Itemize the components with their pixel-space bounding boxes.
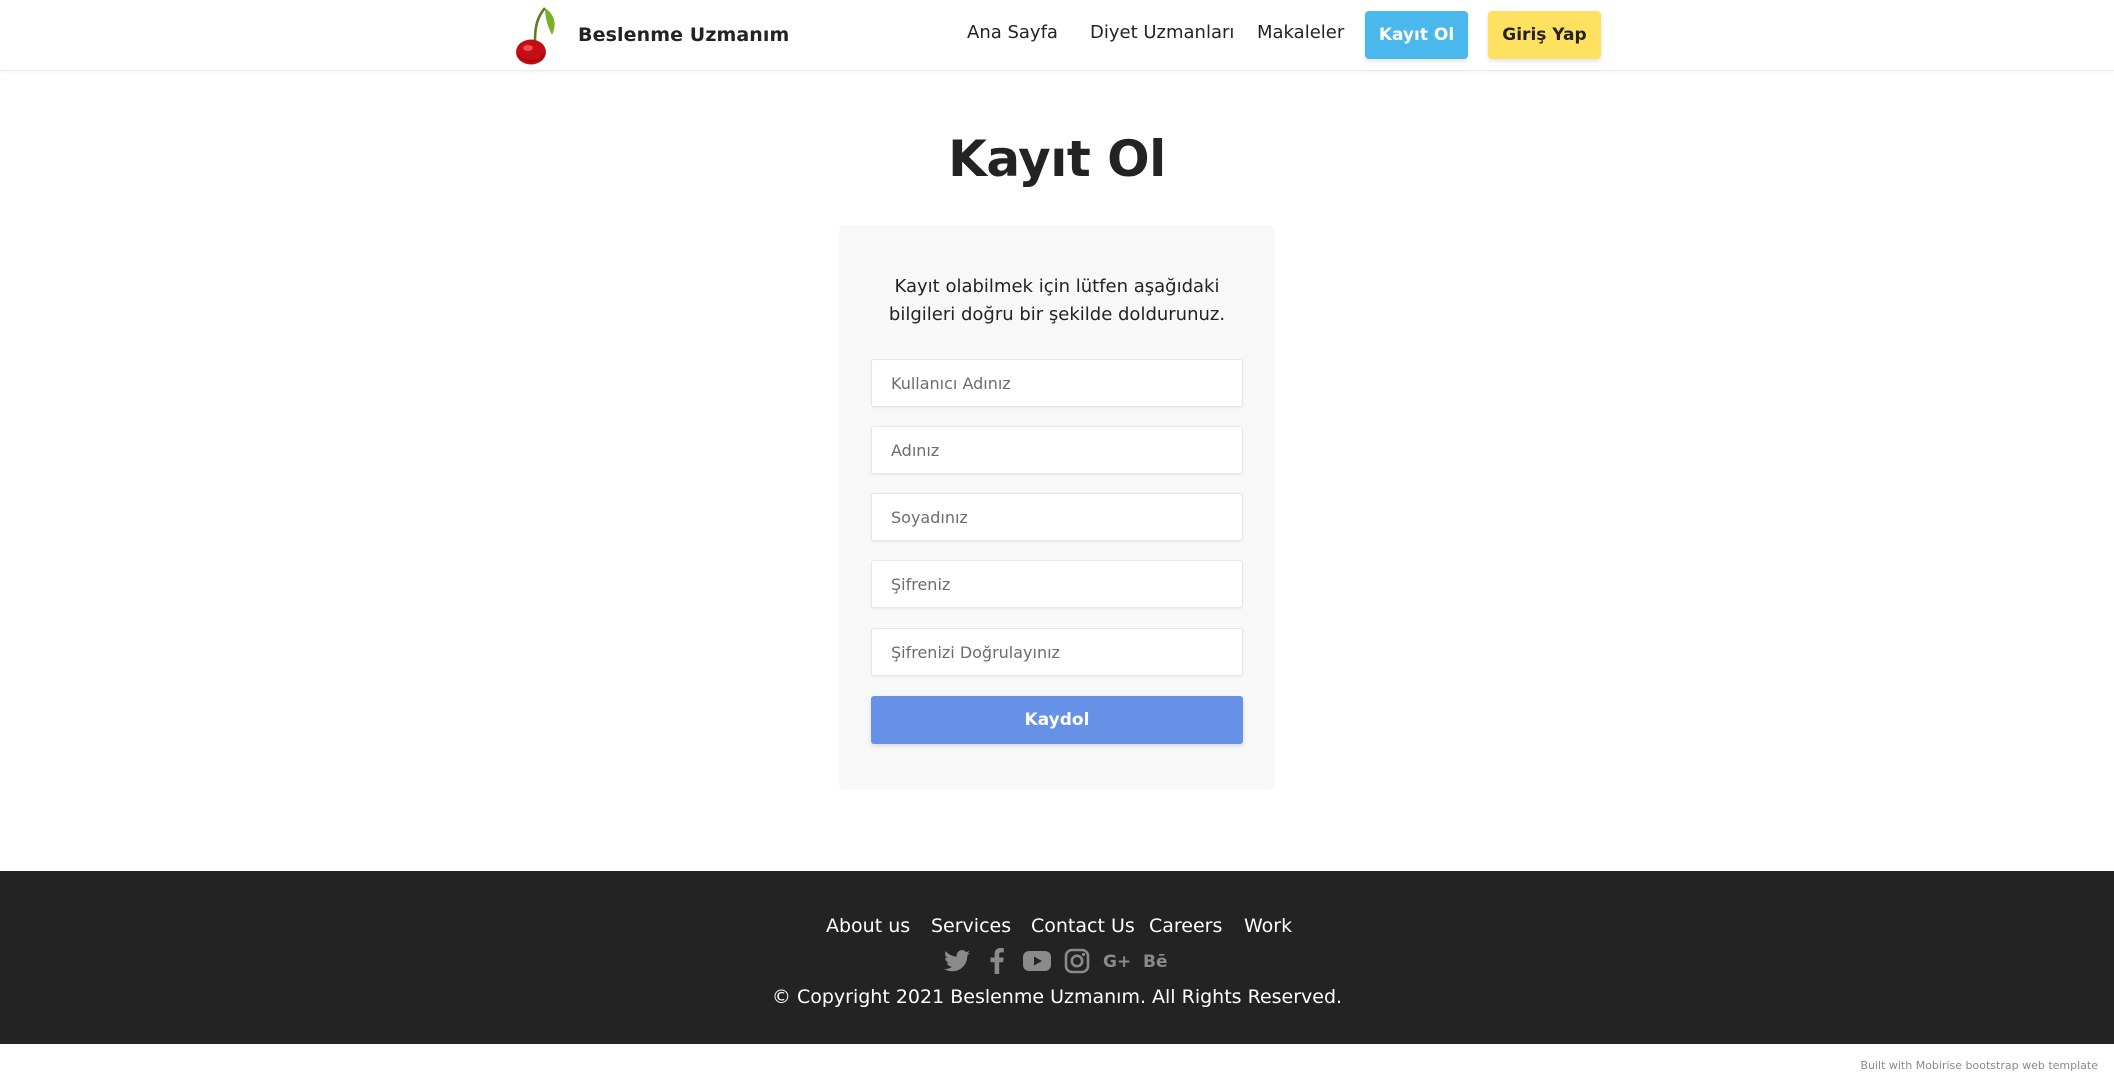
nav-link-ana-sayfa[interactable]: Ana Sayfa (967, 22, 1058, 43)
footer-link-contact-us[interactable]: Contact Us (1031, 915, 1135, 937)
brand-name[interactable]: Beslenme Uzmanım (578, 24, 789, 46)
footer-link-careers[interactable]: Careers (1149, 915, 1222, 937)
svg-text:Bē: Bē (1143, 952, 1168, 971)
cherry-logo-icon[interactable] (508, 5, 562, 65)
instagram-icon[interactable] (1062, 946, 1092, 976)
footer: About us Services Contact Us Careers Wor… (0, 871, 2114, 1044)
submit-button[interactable]: Kaydol (871, 696, 1243, 744)
builder-credit[interactable]: Built with Mobirise bootstrap web templa… (1860, 1059, 2098, 1072)
facebook-icon[interactable] (982, 946, 1012, 976)
footer-link-services[interactable]: Services (931, 915, 1011, 937)
lastname-input[interactable] (871, 493, 1243, 541)
firstname-input[interactable] (871, 426, 1243, 474)
footer-link-about-us[interactable]: About us (826, 915, 910, 937)
password-confirm-input[interactable] (871, 628, 1243, 676)
nav-link-diyet-uzmanlari[interactable]: Diyet Uzmanları (1090, 22, 1234, 43)
username-input[interactable] (871, 359, 1243, 407)
footer-link-work[interactable]: Work (1244, 915, 1292, 937)
login-button[interactable]: Giriş Yap (1488, 11, 1601, 59)
nav-link-makaleler[interactable]: Makaleler (1257, 22, 1344, 43)
google-plus-icon[interactable]: G+ (1102, 946, 1132, 976)
twitter-icon[interactable] (942, 946, 972, 976)
copyright-text: © Copyright 2021 Beslenme Uzmanım. All R… (771, 986, 1343, 1008)
register-form: Kayıt olabilmek için lütfen aşağıdaki bi… (839, 225, 1275, 790)
password-input[interactable] (871, 560, 1243, 608)
register-button[interactable]: Kayıt Ol (1365, 11, 1468, 59)
behance-icon[interactable]: Bē (1142, 946, 1172, 976)
navbar: Beslenme Uzmanım Ana Sayfa Diyet Uzmanla… (0, 0, 2114, 71)
svg-text:G+: G+ (1103, 952, 1131, 971)
page-title: Kayıt Ol (948, 130, 1166, 188)
form-intro-text: Kayıt olabilmek için lütfen aşağıdaki bi… (888, 276, 1226, 325)
youtube-icon[interactable] (1022, 946, 1052, 976)
footer-links: About us Services Contact Us Careers Wor… (0, 915, 2114, 941)
brand[interactable]: Beslenme Uzmanım (508, 4, 789, 66)
